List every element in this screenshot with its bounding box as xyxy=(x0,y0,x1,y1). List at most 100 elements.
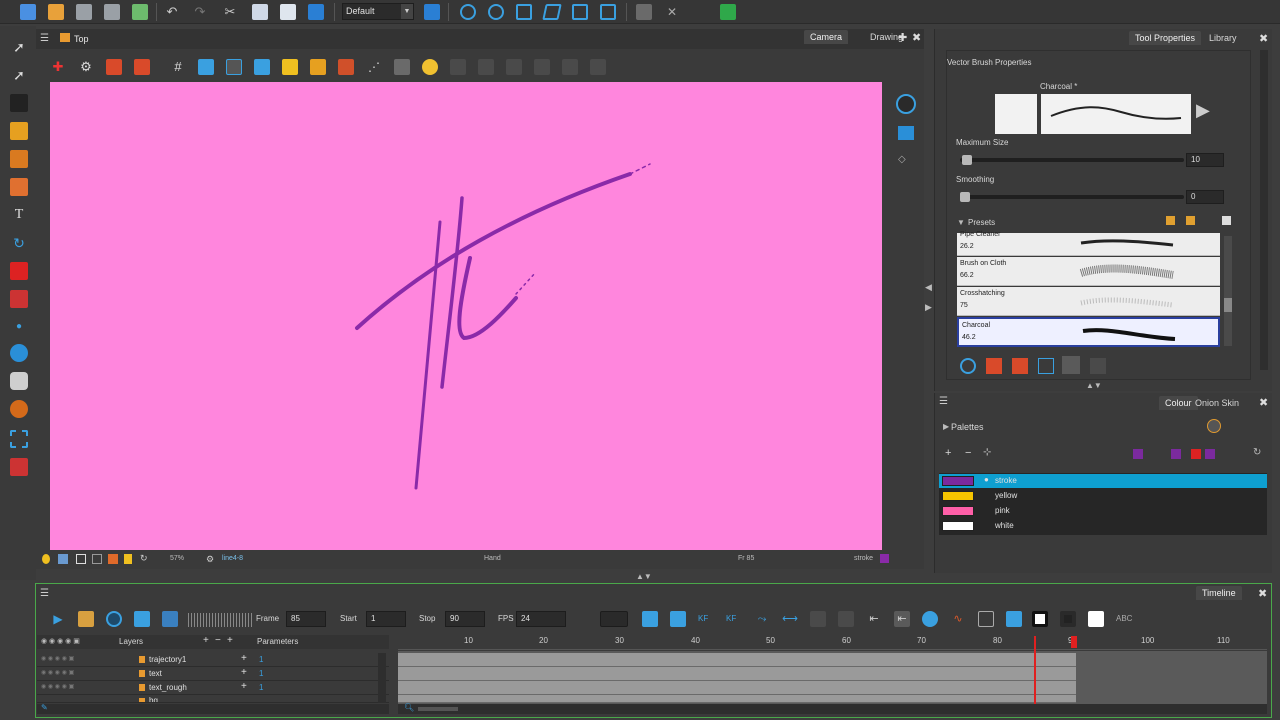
header-toggle-icons[interactable]: ◉ ◉ ◉ ◉ ▣ xyxy=(41,637,80,645)
safe-area-icon[interactable] xyxy=(198,59,214,75)
swatch-row[interactable]: pink xyxy=(939,504,1267,518)
fill-colour-icon[interactable] xyxy=(1171,449,1181,459)
copy-icon[interactable] xyxy=(252,4,268,20)
stroke-colour-icon[interactable] xyxy=(1133,449,1143,459)
gear-small-icon[interactable]: ⚙ xyxy=(206,554,214,565)
frame-ruler[interactable] xyxy=(398,635,1267,650)
pivot-tool-icon[interactable]: ● xyxy=(10,318,28,336)
layers-icon[interactable] xyxy=(898,126,914,140)
layer-row[interactable]: ◉ ◉ ◉ ◉ ▣ text_rough + 1 xyxy=(37,681,389,695)
mask-icon[interactable] xyxy=(108,554,118,564)
tab-library[interactable]: Library xyxy=(1203,31,1243,45)
ease-icon[interactable]: ∿ xyxy=(950,611,966,627)
drawing-stage[interactable] xyxy=(50,82,882,550)
diamond-icon[interactable]: ◇ xyxy=(898,154,914,166)
show-keyframes-icon[interactable] xyxy=(1032,611,1048,627)
save-icon[interactable] xyxy=(76,4,92,20)
previous-frame-icon[interactable]: ⇤ xyxy=(894,611,910,627)
panel-menu-icon[interactable]: ☰ xyxy=(939,396,948,407)
brush-tip-preview[interactable] xyxy=(995,94,1037,134)
skew-icon[interactable] xyxy=(542,4,562,20)
auto-brush-icon[interactable] xyxy=(986,358,1002,374)
max-size-slider-knob[interactable] xyxy=(962,155,972,165)
light-table-icon[interactable] xyxy=(394,59,410,75)
light-icon[interactable] xyxy=(42,554,50,564)
layer-track[interactable] xyxy=(398,695,1076,703)
text-tool-icon[interactable]: T xyxy=(10,206,28,224)
add-view-icon[interactable]: ✚ xyxy=(898,31,907,44)
smoothing-field[interactable]: 0 xyxy=(1186,190,1224,204)
layers-hscrollbar[interactable]: ✎ xyxy=(37,703,389,714)
show-thumbnails-icon[interactable] xyxy=(1088,611,1104,627)
flag-icon[interactable] xyxy=(720,4,736,20)
frame-icon[interactable] xyxy=(76,554,86,564)
layer-row[interactable]: ◉ ◉ ◉ ◉ ▣ trajectory1 + 1 xyxy=(37,653,389,667)
transform-icon[interactable] xyxy=(572,4,588,20)
import-icon[interactable] xyxy=(132,4,148,20)
redo-icon[interactable]: ↷ xyxy=(192,4,208,20)
layer-toggles[interactable]: ◉ ◉ ◉ ◉ ▣ xyxy=(41,683,74,690)
reset-icon[interactable]: ✕ xyxy=(664,4,680,20)
remove-colour-icon[interactable]: − xyxy=(965,447,971,459)
onion-skin-icon[interactable] xyxy=(422,59,438,75)
first-frame-icon[interactable]: ⇤ xyxy=(866,611,882,627)
close-icon[interactable]: ✖ xyxy=(1258,587,1267,600)
presets-scrollbar-thumb[interactable] xyxy=(1224,298,1232,312)
motion-icon[interactable] xyxy=(600,4,616,20)
recent-colour-icon[interactable] xyxy=(1205,449,1215,459)
field-guide-icon[interactable] xyxy=(226,59,242,75)
motion-path-icon[interactable]: ⤳ xyxy=(754,611,770,627)
animate-mode-icon[interactable]: ✚ xyxy=(50,59,66,75)
collapse-icon[interactable]: ▼ xyxy=(957,218,965,227)
reset-view-icon[interactable]: ↻ xyxy=(140,553,148,564)
pressure-icon[interactable] xyxy=(1012,358,1028,374)
layer-add-icon[interactable]: + xyxy=(241,667,247,678)
fps-field[interactable]: 24 xyxy=(516,611,566,627)
smoothing-slider[interactable] xyxy=(960,195,1184,199)
shift-trace-icon[interactable] xyxy=(338,59,354,75)
presets-scrollbar[interactable] xyxy=(1224,236,1232,346)
edit-icon[interactable]: ✎ xyxy=(41,703,48,712)
render-icon[interactable] xyxy=(308,4,324,20)
swatch-row-selected[interactable]: ● stroke xyxy=(939,474,1267,488)
tab-tool-properties[interactable]: Tool Properties xyxy=(1129,31,1202,45)
tab-onion-skin[interactable]: Onion Skin xyxy=(1189,396,1245,410)
layers-scrollbar[interactable] xyxy=(378,653,386,703)
cutter-tool-icon[interactable]: ↻ xyxy=(10,234,28,252)
lock-small-icon[interactable] xyxy=(124,554,132,564)
safe-frame-icon[interactable] xyxy=(92,554,102,564)
morph-tool-icon[interactable] xyxy=(10,400,28,418)
lock-brush-icon[interactable] xyxy=(1062,356,1080,374)
paint-bucket-icon[interactable] xyxy=(10,262,28,280)
preset-item[interactable]: Pipe Cleaner 26.2 xyxy=(957,231,1220,256)
paste-icon[interactable] xyxy=(280,4,296,20)
save-as-icon[interactable] xyxy=(104,4,120,20)
eyedropper-icon[interactable] xyxy=(1191,449,1201,459)
stop-marker[interactable] xyxy=(1071,636,1077,648)
layer-track[interactable] xyxy=(398,653,1076,667)
rectangle-select-icon[interactable] xyxy=(10,430,28,448)
pencil-properties-icon[interactable] xyxy=(134,59,150,75)
stop-field[interactable]: 90 xyxy=(445,611,485,627)
panel-resize-handle[interactable]: ▲▼ xyxy=(1086,381,1122,391)
pencil-tool-icon[interactable] xyxy=(10,122,28,140)
abc-icon[interactable]: ABC xyxy=(1116,611,1132,627)
reposition-icon[interactable] xyxy=(636,4,652,20)
smoothing-slider-knob[interactable] xyxy=(960,192,970,202)
zoom-icon[interactable]: 🔍︎ xyxy=(404,703,414,712)
close-icon[interactable]: ✖ xyxy=(1259,32,1268,45)
paint-tool-icon[interactable] xyxy=(10,150,28,168)
brush-properties-icon[interactable] xyxy=(106,59,122,75)
brush-next-icon[interactable]: ▶ xyxy=(1196,100,1210,121)
close-icon[interactable]: ✖ xyxy=(1259,396,1268,409)
layer-add-icon[interactable]: + xyxy=(241,681,247,692)
layer-add-icon[interactable]: + xyxy=(241,653,247,664)
close-icon[interactable]: ✖ xyxy=(912,31,921,44)
collapse-left-icon[interactable]: ◀ xyxy=(925,282,932,293)
layer-row[interactable]: bg xyxy=(37,695,389,703)
frame-field[interactable]: 85 xyxy=(286,611,326,627)
max-size-field[interactable]: 10 xyxy=(1186,153,1224,167)
palette-colour-icon[interactable] xyxy=(1207,419,1221,433)
panel-menu-icon[interactable]: ☰ xyxy=(40,588,49,599)
onion-skin-toggle-icon[interactable] xyxy=(922,611,938,627)
